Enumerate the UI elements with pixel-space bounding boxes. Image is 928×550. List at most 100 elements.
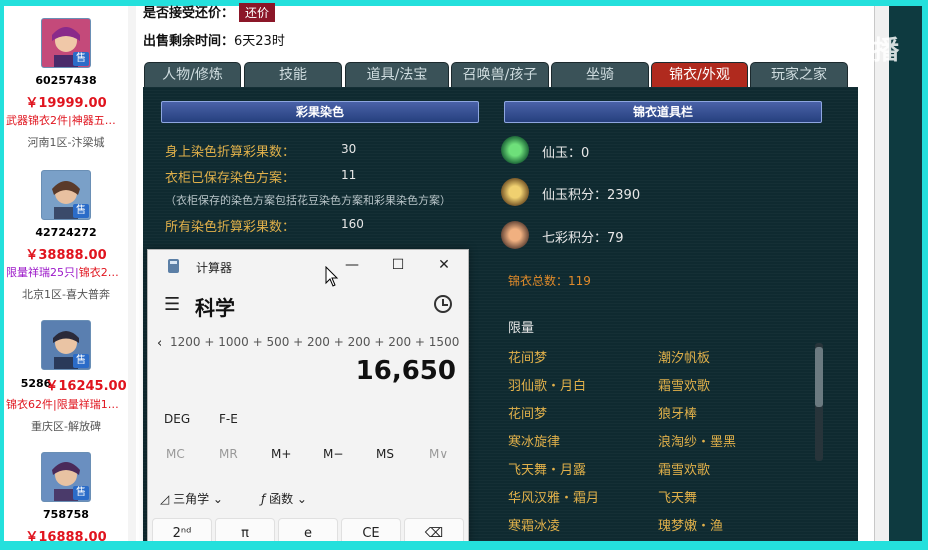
jade-icon (501, 136, 529, 164)
counter-offer-row: 是否接受还价： 还价 (143, 2, 276, 22)
listing-tags[interactable]: 锦衣62件|限量祥瑞1… (6, 396, 128, 412)
listing-tag: 锦衣2… (78, 266, 119, 279)
memory-add-button[interactable]: M+ (271, 447, 291, 461)
seller-id: 758758 (43, 508, 89, 521)
clear-entry-key[interactable]: CE (341, 518, 401, 542)
time-left-row: 出售剩余时间：6天23时 (143, 30, 285, 49)
listing-tag: 限量祥瑞25只| (6, 266, 79, 279)
wardrobe-item[interactable]: 华风汉雅・霜月 (508, 487, 599, 506)
dye-body-value: 30 (341, 142, 357, 156)
memory-recall-button[interactable]: MR (219, 447, 238, 461)
sale-badge: 售 (73, 52, 89, 66)
wardrobe-item[interactable]: 霜雪欢歌 (658, 459, 710, 478)
background-strip (889, 6, 922, 541)
maximize-button[interactable]: ☐ (375, 252, 421, 278)
wardrobe-item[interactable]: 飞天舞・月露 (508, 459, 586, 478)
close-button[interactable]: ✕ (421, 252, 467, 278)
listing-server: 北京1区-喜大普奔 (22, 288, 110, 301)
tab-skills[interactable]: 技能 (244, 62, 342, 87)
function-dropdown[interactable]: ƒ 函数 ⌄ (261, 490, 307, 507)
listing-price: ￥38888.00 (25, 248, 107, 263)
wardrobe-item[interactable]: 羽仙歌・月白 (508, 375, 586, 394)
seller-id: 42724272 (35, 226, 97, 239)
listing-server: 河南1区-汴梁城 (27, 136, 105, 149)
tab-pets[interactable]: 召唤兽/孩子 (451, 62, 549, 87)
calculator-window: 计算器 — ☐ ✕ ☰ 科学 ‹ 1200 + 1000 + 500 + 200… (147, 249, 469, 543)
sale-badge: 售 (73, 354, 89, 368)
function-label: 函数 (269, 492, 294, 506)
listing-price: ￥19999.00 (25, 96, 107, 111)
limited-label: 限量 (508, 321, 535, 336)
calculator-title: 计算器 (196, 261, 233, 275)
fe-button[interactable]: F-E (219, 412, 238, 426)
wardrobe-item[interactable]: 寒冰旋律 (508, 431, 560, 450)
wardrobe-item[interactable]: 霜雪欢歌 (658, 375, 710, 394)
counter-offer-label: 是否接受还价： (143, 6, 235, 21)
rainbow-points-icon (501, 221, 529, 249)
cc-live-watermark: CC直播 (812, 36, 899, 66)
avatar[interactable]: 售 (41, 320, 91, 370)
backspace-key[interactable]: ⌫ (404, 518, 464, 542)
second-function-key[interactable]: 2ⁿᵈ (152, 518, 212, 542)
memory-subtract-button[interactable]: M− (323, 447, 343, 461)
history-icon[interactable] (434, 295, 452, 313)
trig-dropdown[interactable]: ◿ 三角学 ⌄ (160, 490, 223, 507)
sale-badge: 售 (73, 486, 89, 500)
time-left-label: 出售剩余时间： (143, 34, 235, 49)
calculator-app-icon (168, 259, 179, 273)
counter-offer-button[interactable]: 还价 (239, 3, 276, 22)
menu-icon[interactable]: ☰ (164, 294, 180, 315)
listing-tag: 锦衣62件|限量祥瑞1… (6, 398, 119, 411)
wardrobe-item[interactable]: 瑰梦嫩・渔 (658, 515, 723, 534)
listing-price: ￥16245.00 (45, 379, 127, 394)
memory-store-button[interactable]: MS (376, 447, 394, 461)
time-left-value: 6天23时 (234, 34, 285, 49)
rainbow-points: 七彩积分：79 (542, 231, 624, 246)
memory-list-button[interactable]: M∨ (429, 447, 448, 461)
euler-key[interactable]: e (278, 518, 338, 542)
wardrobe-scrollbar[interactable] (815, 343, 823, 461)
jade-points-icon (501, 178, 529, 206)
jade-balance: 仙玉：0 (542, 146, 590, 161)
tab-mounts[interactable]: 坐骑 (551, 62, 649, 87)
avatar[interactable]: 售 (41, 452, 91, 502)
scroll-thumb[interactable] (815, 347, 823, 407)
dye-total-label: 所有染色折算彩果数： (165, 220, 296, 235)
wardrobe-item[interactable]: 狼牙棒 (658, 403, 697, 422)
wardrobe-item[interactable]: 花间梦 (508, 403, 547, 422)
function-icon: ƒ (261, 492, 266, 506)
listing-tags[interactable]: 武器锦衣2件|神器五… (6, 112, 128, 128)
avatar[interactable]: 售 (41, 18, 91, 68)
wardrobe-item[interactable]: 飞天舞 (658, 487, 697, 506)
dye-saved-label: 衣柜已保存染色方案： (165, 171, 296, 186)
angle-unit-button[interactable]: DEG (164, 412, 190, 426)
listing-price: ￥16888.00 (25, 530, 107, 541)
dye-note: （衣柜保存的染色方案包括花豆染色方案和彩果染色方案） (165, 194, 451, 207)
listing-server: 重庆区-解放碑 (31, 420, 101, 433)
sale-badge: 售 (73, 204, 89, 218)
cc-live-logo-icon (780, 36, 812, 60)
pi-key[interactable]: π (215, 518, 275, 542)
chevron-left-icon[interactable]: ‹ (157, 336, 162, 351)
wardrobe-item[interactable]: 寒霜冰凌 (508, 515, 560, 534)
memory-clear-button[interactable]: MC (166, 447, 185, 461)
trig-label: 三角学 (173, 492, 210, 506)
dye-saved-value: 11 (341, 168, 357, 182)
tab-character[interactable]: 人物/修炼 (144, 62, 241, 87)
jade-points: 仙玉积分：2390 (542, 188, 641, 203)
tab-items[interactable]: 道具/法宝 (345, 62, 449, 87)
seller-id: 60257438 (35, 74, 97, 87)
wardrobe-item[interactable]: 潮汐帆板 (658, 347, 710, 366)
wardrobe-item[interactable]: 浪淘纱・墨黑 (658, 431, 736, 450)
calculator-expression: 1200 + 1000 + 500 + 200 + 200 + 200 + 15… (170, 335, 460, 349)
dye-header: 彩果染色 (161, 101, 479, 123)
listing-column: 售 60257438 ￥19999.00 武器锦衣2件|神器五… 河南1区-汴梁… (4, 6, 128, 541)
avatar[interactable]: 售 (41, 170, 91, 220)
chevron-down-icon: ⌄ (296, 492, 307, 506)
tab-wardrobe[interactable]: 锦衣/外观 (651, 62, 748, 87)
wardrobe-item[interactable]: 花间梦 (508, 347, 547, 366)
dye-total-value: 160 (341, 217, 364, 231)
column-divider (128, 6, 136, 541)
page-scrollbar[interactable] (874, 6, 889, 541)
listing-tags[interactable]: 限量祥瑞25只|锦衣2… (6, 264, 128, 280)
